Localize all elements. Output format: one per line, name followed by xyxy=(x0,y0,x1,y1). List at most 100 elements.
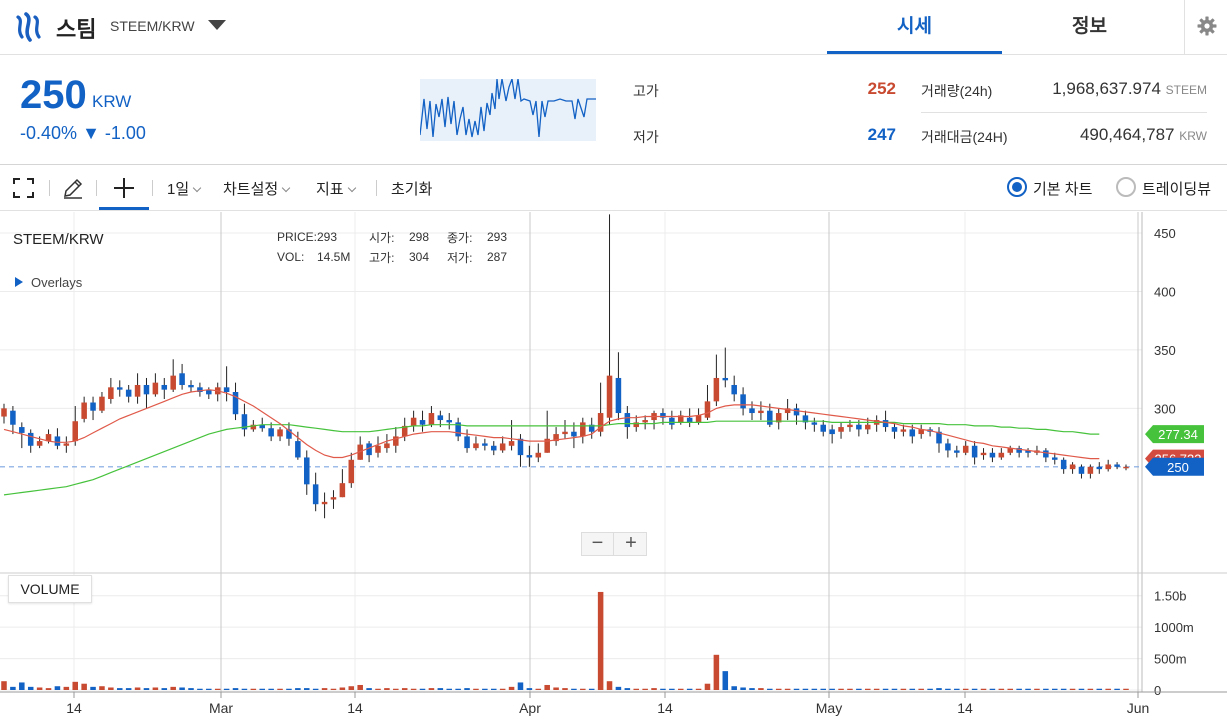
volume-bar xyxy=(10,686,16,690)
tradingview-radio[interactable] xyxy=(1116,177,1136,197)
legend-low-value: 287 xyxy=(487,250,508,264)
triangle-right-icon xyxy=(15,277,23,287)
volume-bar xyxy=(900,688,907,690)
candle-body xyxy=(36,441,43,446)
volume-bar xyxy=(277,688,283,690)
price-tick-label: 450 xyxy=(1154,226,1176,241)
candle-body xyxy=(838,427,844,432)
zoom-out-button[interactable]: − xyxy=(582,533,614,555)
volume-bar xyxy=(455,688,461,690)
toolbar-divider xyxy=(49,180,50,196)
chart-settings-menu[interactable]: 차트설정 xyxy=(223,178,291,199)
volume-bar xyxy=(1087,688,1094,690)
candle-body xyxy=(1052,457,1058,460)
candle-body xyxy=(473,443,479,449)
volume-bar xyxy=(686,688,693,690)
candlestick-chart[interactable]: 450 400 350 300 1.50b 1000m 500m 0 14 Mar 14 Apr 14 M… xyxy=(0,212,1227,721)
chevron-down-icon xyxy=(347,183,356,193)
volume-bar xyxy=(304,688,310,690)
amount-value: 490,464,787 KRW xyxy=(1080,125,1207,145)
volume-bar xyxy=(775,688,782,690)
volume-bar xyxy=(811,688,818,690)
volume-bar xyxy=(615,686,622,690)
volume-bar xyxy=(651,688,657,690)
volume-bar xyxy=(393,688,399,690)
candle-body xyxy=(882,420,889,428)
volume-tick-label: 1000m xyxy=(1154,620,1194,635)
candle-body xyxy=(188,384,194,388)
zoom-in-button[interactable]: + xyxy=(615,533,647,555)
volume-bar xyxy=(170,686,176,690)
tab-price[interactable]: 시세 xyxy=(827,0,1002,54)
volume-bar xyxy=(695,688,702,690)
candle-body xyxy=(152,382,159,395)
candle-body xyxy=(143,384,150,395)
candle-body xyxy=(304,457,310,485)
volume-bar xyxy=(1069,688,1076,690)
basic-chart-radio[interactable] xyxy=(1007,177,1027,197)
candle-body xyxy=(1060,459,1067,470)
volume-bar xyxy=(909,688,916,690)
volume-tick-label: 1.50b xyxy=(1154,589,1187,604)
chevron-down-icon xyxy=(281,183,291,193)
volume-bar xyxy=(865,688,871,690)
volume-bar xyxy=(535,688,542,690)
volume-bar xyxy=(152,687,159,690)
volume-bar xyxy=(206,688,212,690)
time-tick-label: 14 xyxy=(657,700,673,716)
legend-close-value: 293 xyxy=(487,230,508,244)
volume-bar xyxy=(161,688,168,690)
chart-settings-label: 차트설정 xyxy=(223,181,279,198)
candle-body xyxy=(125,389,132,397)
reset-button[interactable]: 초기화 xyxy=(391,178,432,199)
amount-unit: KRW xyxy=(1179,129,1207,143)
overlays-toggle[interactable]: Overlays xyxy=(15,275,82,290)
price-summary: 250 KRW -0.40% ▼ -1.00 고가 252 저가 247 거래량… xyxy=(0,55,1227,165)
volume-bar xyxy=(838,688,844,690)
volume-bar xyxy=(945,688,951,690)
volume-bar xyxy=(499,688,506,690)
interval-label: 1일 xyxy=(167,181,190,198)
candle-body xyxy=(713,377,720,402)
settings-button[interactable] xyxy=(1184,0,1227,54)
volume-bar xyxy=(1016,688,1022,690)
volume-bar xyxy=(428,688,435,690)
tradingview-label[interactable]: 트레이딩뷰 xyxy=(1142,178,1211,199)
candle-body xyxy=(571,431,577,437)
volume-bar xyxy=(214,688,221,690)
volume-label: 거래량(24h) xyxy=(921,83,993,99)
coin-name: 스팀 xyxy=(56,17,97,42)
legend-open-value: 298 xyxy=(409,230,430,244)
volume-bar xyxy=(1123,688,1129,690)
chart-area[interactable]: 450 400 350 300 1.50b 1000m 500m 0 14 Mar 14 Apr 14 M… xyxy=(0,212,1227,721)
candle-body xyxy=(847,424,853,428)
candle-body xyxy=(580,422,586,437)
high-value: 252 xyxy=(867,79,896,98)
candle-body xyxy=(624,413,631,428)
candle-body xyxy=(117,387,123,390)
fullscreen-icon[interactable] xyxy=(13,178,34,198)
crosshair-button[interactable] xyxy=(99,165,149,210)
volume-bar xyxy=(125,688,132,690)
volume-bar xyxy=(633,688,639,690)
volume-bar xyxy=(348,686,355,690)
volume-bar xyxy=(660,688,666,690)
indicators-menu[interactable]: 지표 xyxy=(316,178,356,199)
volume-bar xyxy=(188,688,194,690)
pencil-icon[interactable] xyxy=(62,177,84,199)
candle-body xyxy=(1105,464,1111,470)
volume-bar xyxy=(1043,688,1049,690)
candle-body xyxy=(642,420,648,423)
basic-chart-label[interactable]: 기본 차트 xyxy=(1033,178,1092,199)
volume-bar xyxy=(321,688,328,690)
interval-select[interactable]: 1일 xyxy=(167,178,202,199)
legend-price-label: PRICE: xyxy=(277,230,318,244)
candle-body xyxy=(321,501,328,505)
chart-pair-label: STEEM/KRW xyxy=(13,231,104,248)
volume-value: 1,968,637.974 STEEM xyxy=(1052,79,1207,99)
coin-dropdown-icon[interactable] xyxy=(208,20,226,30)
volume-bar xyxy=(553,687,559,690)
tab-info[interactable]: 정보 xyxy=(1002,0,1177,54)
candle-body xyxy=(1087,466,1094,474)
candle-body xyxy=(81,402,87,419)
